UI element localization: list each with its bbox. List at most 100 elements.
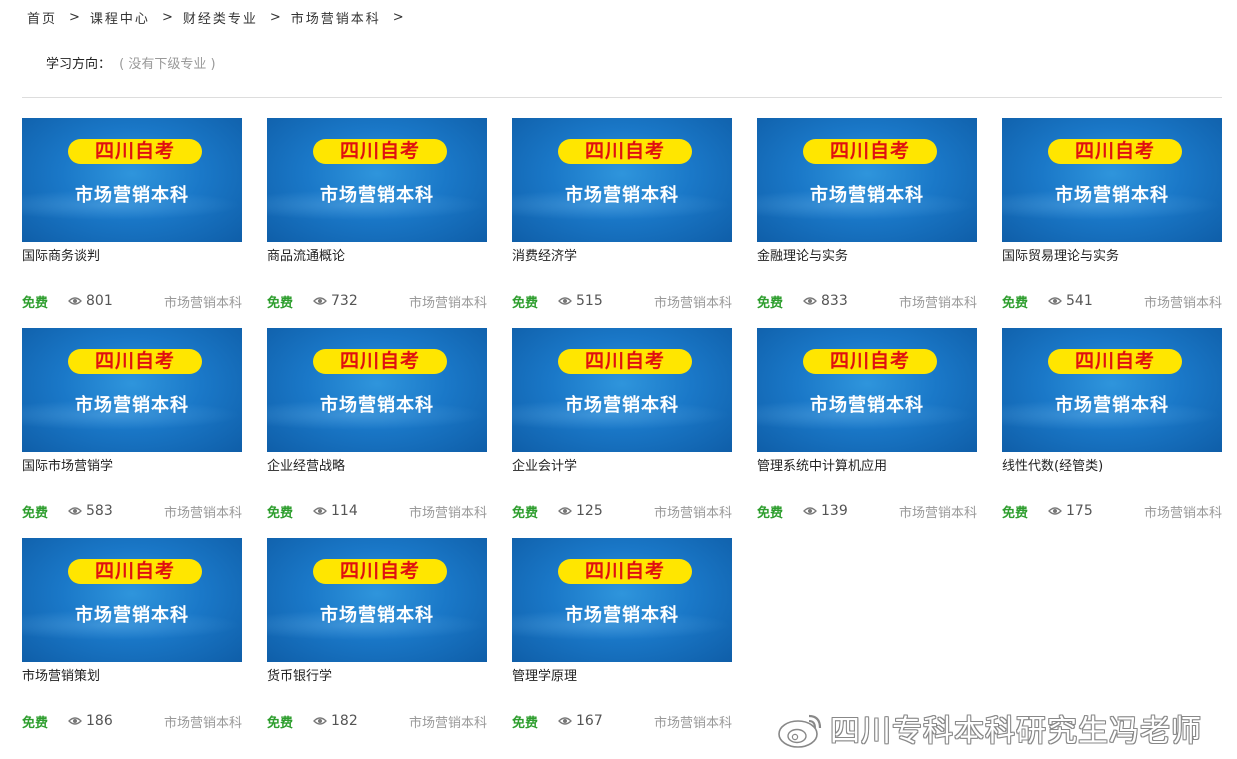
course-card[interactable]: 四川自考 市场营销本科 国际市场营销学 免费 583 市场营销本科 <box>22 328 242 538</box>
course-thumbnail[interactable]: 四川自考 市场营销本科 <box>1002 328 1222 452</box>
price-label: 免费 <box>267 295 294 311</box>
course-category[interactable]: 市场营销本科 <box>654 292 732 311</box>
price-label: 免费 <box>1002 505 1029 521</box>
thumbnail-subtitle: 市场营销本科 <box>565 395 679 416</box>
course-thumbnail[interactable]: 四川自考 市场营销本科 <box>267 538 487 662</box>
view-count: 139 <box>821 503 848 519</box>
course-grid: 四川自考 市场营销本科 国际商务谈判 免费 801 市场营销本科 四川自考 市场… <box>22 118 1223 748</box>
thumbnail-subtitle: 市场营销本科 <box>320 185 434 206</box>
course-title[interactable]: 国际贸易理论与实务 <box>1002 248 1222 266</box>
course-meta: 免费 541 市场营销本科 <box>1002 292 1222 311</box>
course-card[interactable]: 四川自考 市场营销本科 企业经营战略 免费 114 市场营销本科 <box>267 328 487 538</box>
course-thumbnail[interactable]: 四川自考 市场营销本科 <box>757 328 977 452</box>
course-category[interactable]: 市场营销本科 <box>164 712 242 731</box>
thumbnail-badge: 四川自考 <box>558 139 692 164</box>
view-count: 167 <box>576 713 603 729</box>
course-title[interactable]: 金融理论与实务 <box>757 248 977 266</box>
course-card[interactable]: 四川自考 市场营销本科 管理学原理 免费 167 市场营销本科 <box>512 538 732 748</box>
course-category[interactable]: 市场营销本科 <box>899 292 977 311</box>
course-card[interactable]: 四川自考 市场营销本科 企业会计学 免费 125 市场营销本科 <box>512 328 732 538</box>
thumbnail-badge: 四川自考 <box>313 559 447 584</box>
course-category[interactable]: 市场营销本科 <box>899 502 977 521</box>
course-thumbnail[interactable]: 四川自考 市场营销本科 <box>267 118 487 242</box>
thumbnail-subtitle: 市场营销本科 <box>810 395 924 416</box>
thumbnail-badge: 四川自考 <box>1048 349 1182 374</box>
course-card[interactable]: 四川自考 市场营销本科 货币银行学 免费 182 市场营销本科 <box>267 538 487 748</box>
course-thumbnail[interactable]: 四川自考 市场营销本科 <box>512 538 732 662</box>
course-thumbnail[interactable]: 四川自考 市场营销本科 <box>1002 118 1222 242</box>
course-title[interactable]: 市场营销策划 <box>22 668 242 686</box>
eye-icon <box>558 297 572 305</box>
breadcrumb-marketing-bachelor[interactable]: 市场营销本科 <box>291 8 381 27</box>
course-meta: 免费 833 市场营销本科 <box>757 292 977 311</box>
thumbnail-subtitle: 市场营销本科 <box>75 185 189 206</box>
eye-icon <box>68 507 82 515</box>
eye-icon <box>313 717 327 725</box>
course-card[interactable]: 四川自考 市场营销本科 商品流通概论 免费 732 市场营销本科 <box>267 118 487 328</box>
course-thumbnail[interactable]: 四川自考 市场营销本科 <box>757 118 977 242</box>
course-card[interactable]: 四川自考 市场营销本科 市场营销策划 免费 186 市场营销本科 <box>22 538 242 748</box>
course-category[interactable]: 市场营销本科 <box>654 502 732 521</box>
course-thumbnail[interactable]: 四川自考 市场营销本科 <box>512 328 732 452</box>
course-meta: 免费 182 市场营销本科 <box>267 712 487 731</box>
course-card[interactable]: 四川自考 市场营销本科 管理系统中计算机应用 免费 139 市场营销本科 <box>757 328 977 538</box>
course-category[interactable]: 市场营销本科 <box>1144 292 1222 311</box>
thumbnail-badge: 四川自考 <box>313 139 447 164</box>
price-label: 免费 <box>22 505 49 521</box>
price-label: 免费 <box>267 715 294 731</box>
course-title[interactable]: 国际市场营销学 <box>22 458 242 476</box>
thumbnail-subtitle: 市场营销本科 <box>320 395 434 416</box>
course-category[interactable]: 市场营销本科 <box>409 292 487 311</box>
view-count: 583 <box>86 503 113 519</box>
eye-icon <box>313 297 327 305</box>
price-label: 免费 <box>22 715 49 731</box>
course-card[interactable]: 四川自考 市场营销本科 国际商务谈判 免费 801 市场营销本科 <box>22 118 242 328</box>
course-category[interactable]: 市场营销本科 <box>409 712 487 731</box>
eye-icon <box>558 507 572 515</box>
view-count: 541 <box>1066 293 1093 309</box>
course-category[interactable]: 市场营销本科 <box>1144 502 1222 521</box>
thumbnail-badge: 四川自考 <box>558 559 692 584</box>
course-title[interactable]: 企业会计学 <box>512 458 732 476</box>
course-card[interactable]: 四川自考 市场营销本科 金融理论与实务 免费 833 市场营销本科 <box>757 118 977 328</box>
course-meta: 免费 732 市场营销本科 <box>267 292 487 311</box>
course-title[interactable]: 管理系统中计算机应用 <box>757 458 977 476</box>
thumbnail-badge: 四川自考 <box>558 349 692 374</box>
course-thumbnail[interactable]: 四川自考 市场营销本科 <box>267 328 487 452</box>
divider <box>22 97 1222 98</box>
thumbnail-subtitle: 市场营销本科 <box>1055 395 1169 416</box>
course-card[interactable]: 四川自考 市场营销本科 线性代数(经管类) 免费 175 市场营销本科 <box>1002 328 1222 538</box>
study-direction: 学习方向： ( 没有下级专业 ) <box>46 53 216 72</box>
price-label: 免费 <box>512 295 539 311</box>
breadcrumb-finance-major[interactable]: 财经类专业 <box>183 8 258 27</box>
course-title[interactable]: 线性代数(经管类) <box>1002 458 1222 476</box>
thumbnail-subtitle: 市场营销本科 <box>320 605 434 626</box>
course-card[interactable]: 四川自考 市场营销本科 消费经济学 免费 515 市场营销本科 <box>512 118 732 328</box>
thumbnail-badge: 四川自考 <box>68 559 202 584</box>
course-title[interactable]: 货币银行学 <box>267 668 487 686</box>
course-title[interactable]: 企业经营战略 <box>267 458 487 476</box>
course-title[interactable]: 管理学原理 <box>512 668 732 686</box>
thumbnail-badge: 四川自考 <box>1048 139 1182 164</box>
course-category[interactable]: 市场营销本科 <box>654 712 732 731</box>
breadcrumb-course-center[interactable]: 课程中心 <box>90 8 150 27</box>
course-category[interactable]: 市场营销本科 <box>164 292 242 311</box>
eye-icon <box>313 507 327 515</box>
course-title[interactable]: 消费经济学 <box>512 248 732 266</box>
course-title[interactable]: 国际商务谈判 <box>22 248 242 266</box>
price-label: 免费 <box>267 505 294 521</box>
course-meta: 免费 167 市场营销本科 <box>512 712 732 731</box>
course-title[interactable]: 商品流通概论 <box>267 248 487 266</box>
course-thumbnail[interactable]: 四川自考 市场营销本科 <box>22 328 242 452</box>
course-thumbnail[interactable]: 四川自考 市场营销本科 <box>22 538 242 662</box>
course-list-page: 首页 > 课程中心 > 财经类专业 > 市场营销本科 > 学习方向： ( 没有下… <box>0 0 1237 759</box>
course-category[interactable]: 市场营销本科 <box>164 502 242 521</box>
course-card[interactable]: 四川自考 市场营销本科 国际贸易理论与实务 免费 541 市场营销本科 <box>1002 118 1222 328</box>
course-thumbnail[interactable]: 四川自考 市场营销本科 <box>512 118 732 242</box>
eye-icon <box>1048 297 1062 305</box>
breadcrumb-home[interactable]: 首页 <box>27 8 57 27</box>
thumbnail-subtitle: 市场营销本科 <box>810 185 924 206</box>
breadcrumb-separator: > <box>161 10 175 25</box>
course-category[interactable]: 市场营销本科 <box>409 502 487 521</box>
course-thumbnail[interactable]: 四川自考 市场营销本科 <box>22 118 242 242</box>
